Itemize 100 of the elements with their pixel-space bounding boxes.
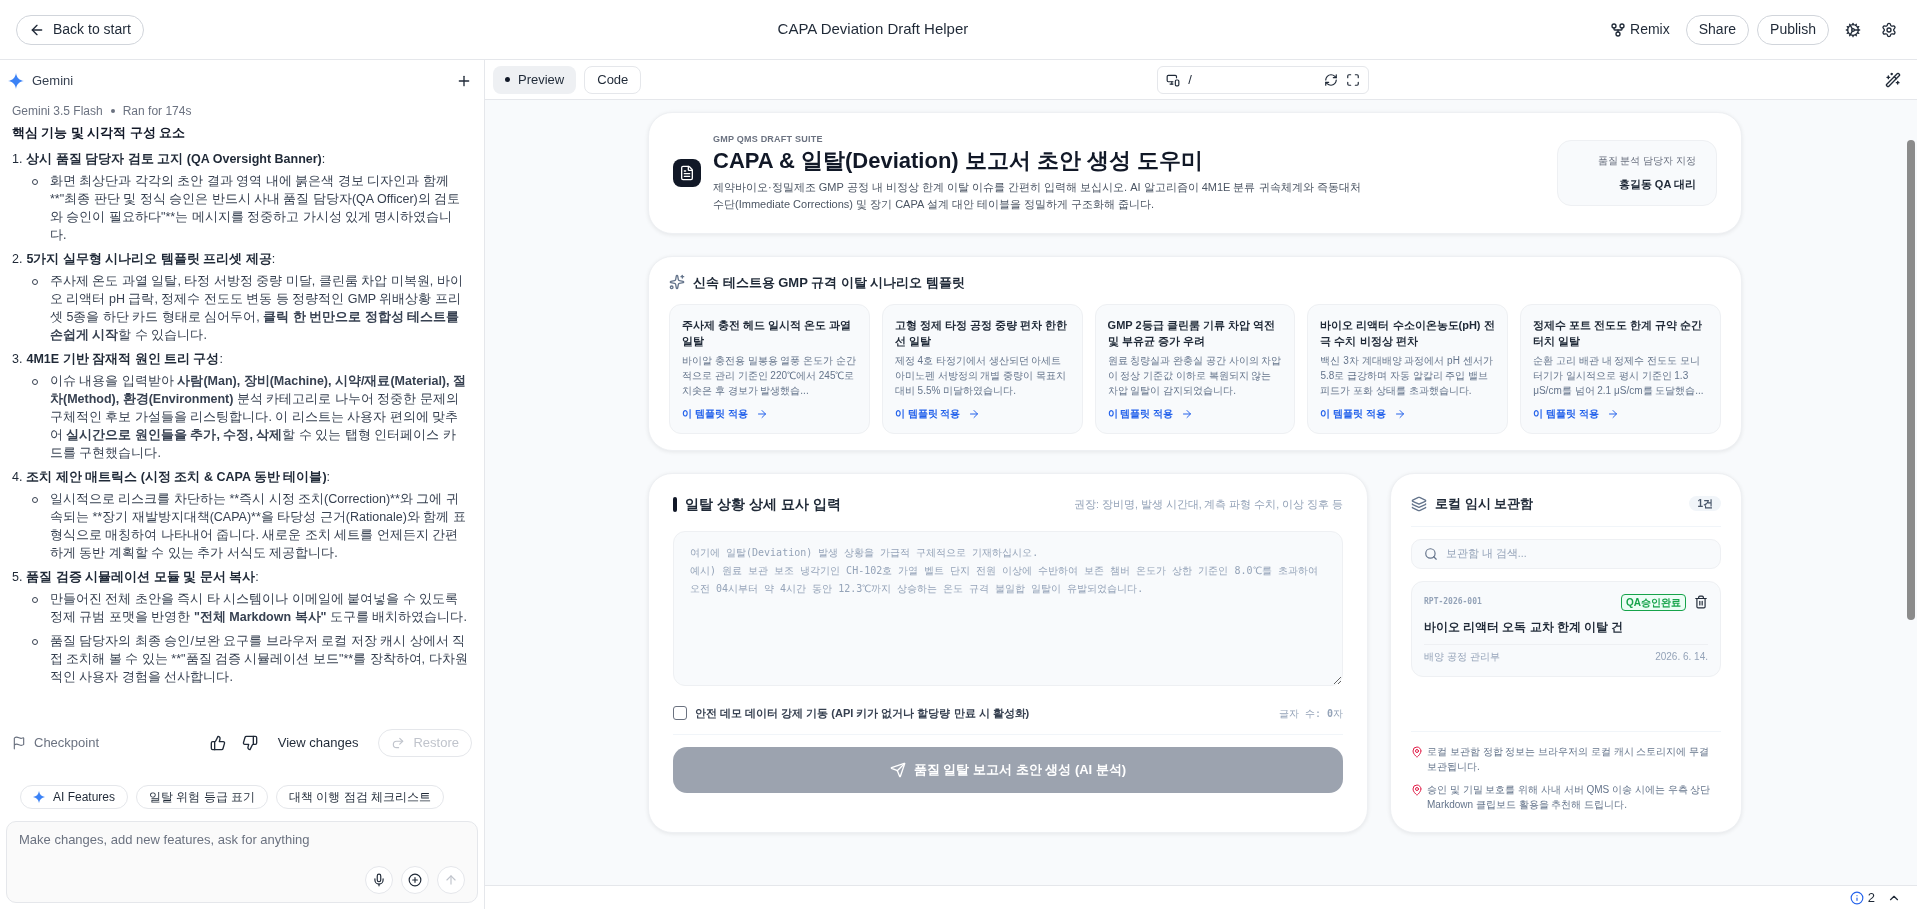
saved-report-card[interactable]: RPT-2026-001 QA승인완료 바이오 리액터 오독 교차 한계 이탈 건 배양 공정 관리부 2026. 6. 14. [1411,580,1721,677]
fullscreen-icon[interactable] [1346,72,1361,87]
checkpoint-label: Checkpoint [34,734,100,753]
template-card[interactable]: 바이오 리액터 수소이온농도(pH) 전극 수치 비정상 편차 백신 3차 계대배양 과정에서 pH 센서가 5.8로 급강하며 자동 알칼리 주입 밸브 피드가 포화 상태를 초과했습니다. 이 템플릿 적용 [1307,304,1509,434]
view-changes-button[interactable]: View changes [265,733,371,753]
report-title: 바이오 리액터 오독 교차 한계 이탈 건 [1424,619,1625,635]
apply-template-link[interactable]: 이 템플릿 적용 [894,406,1070,421]
redo-icon [391,736,406,750]
demo-checkbox[interactable] [673,706,687,721]
app-title: CAPA Deviation Draft Helper [777,19,969,40]
count-badge: 1건 [1689,496,1721,512]
apply-template-link[interactable]: 이 템플릿 적용 [1107,406,1283,421]
microphone-icon[interactable] [365,866,393,894]
list-number: 4. [12,469,23,486]
issue-count[interactable]: 2 [1867,887,1875,908]
prompt-field[interactable]: Make changes, add new features, ask for anything [19,830,465,850]
input-hint: 권장: 장비명, 발생 시간대, 계측 파형 수치, 이상 징후 등 [1074,496,1343,512]
template-card[interactable]: 정제수 포트 전도도 한계 규약 순간 터치 일탈 순환 고리 배관 내 정제수 전도도 모니터기가 일시적으로 평시 기준인 1.3 μS/cm를 넘어 2.1 μS/cm를 도달했습... 이 템플릿 적용 [1520,304,1721,434]
chat-title: Gemini [32,72,74,91]
list-title: 5가지 실무형 시나리오 템플릿 프리셋 제공: [26,251,276,268]
storage-title: 로컬 임시 보관함 [1435,495,1534,513]
list-number: 3. [12,351,23,368]
sparkles-icon [669,274,685,291]
arrow-right-icon [755,407,768,420]
storage-note: 승인 및 기밀 보호를 위해 사내 서버 QMS 이송 시에는 우측 상단 Markdown 클립보드 활용을 추천해 드립니다. [1427,783,1712,812]
apply-template-link[interactable]: 이 템플릿 적용 [682,406,857,421]
list-text: 품질 담당자의 최종 승인/보완 요구를 브라우저 로컬 저장 캐시 상에서 직접 조치해 볼 수 있는 **"품질 검증 시뮬레이션 보드"**를 장착하여, 다차원적인 사용자 경험을 선사합니다. [50,633,468,686]
add-icon[interactable] [401,866,429,894]
search-icon [1424,546,1438,561]
list-title: 조치 제안 매트릭스 (시정 조치 & CAPA 동반 테이블): [26,469,331,486]
settings-icon[interactable] [1881,21,1897,38]
assignee-name: 홍길동 QA 대리 [1618,177,1696,192]
template-card[interactable]: GMP 2등급 클린룸 기류 차압 역전 및 부유균 증가 우려 원료 칭량실과 완충실 공간 사이의 차압이 정상 기준값 이하로 복원되지 않는 차압 일탈이 감지되었습니다. 이 템플릿 적용 [1094,304,1296,434]
fork-icon [1610,21,1627,38]
template-title: GMP 2등급 클린룸 기류 차압 역전 및 부유균 증가 우려 [1107,318,1276,349]
eyebrow-label: GMP QMS DRAFT SUITE [713,133,824,146]
assignee-label: 품질 분석 담당자 지정 [1597,154,1696,168]
arrow-right-icon [1393,407,1406,420]
layers-icon [1411,495,1427,512]
template-title: 바이오 리액터 수소이온농도(pH) 전극 수치 비정상 편차 [1320,318,1496,349]
apply-template-link[interactable]: 이 템플릿 적용 [1320,406,1496,421]
char-count: 글자 수: 0자 [1278,706,1343,721]
plus-icon[interactable] [456,73,472,89]
page-title: CAPA & 일탈(Deviation) 보고서 초안 생성 도우미 [713,146,1205,175]
list-number: 1. [12,151,23,168]
template-card[interactable]: 주사제 충전 헤드 일시적 온도 과열 일탈 바이알 충전용 밀봉용 열풍 온도가 순간적으로 관리 기준인 220℃에서 245℃로 치솟은 후 경보가 발생했습... 이 템플릿 적용 [669,304,870,434]
title-bar-mark [673,497,677,512]
apply-template-link[interactable]: 이 템플릿 적용 [1533,406,1708,421]
send-icon [889,761,906,778]
storage-search-input[interactable]: 보관함 내 검색... [1446,545,1708,562]
arrow-right-icon [968,407,981,420]
section-heading: 핵심 기능 및 시각적 구성 요소 [12,125,187,142]
input-title: 일탈 상황 상세 묘사 입력 [685,495,841,514]
template-description: 원료 칭량실과 완충실 공간 사이의 차압이 정상 기준값 이하로 복원되지 않는 차압 일탈이 감지되었습니다. [1107,354,1283,398]
storage-note: 로컬 보관함 정합 정보는 브라우저의 로컬 캐시 스토리지에 무결 보관됩니다. [1427,745,1711,774]
document-icon [673,159,701,187]
scrollbar-thumb[interactable] [1907,140,1915,620]
wand-icon[interactable] [1885,71,1901,88]
list-text: 주사제 온도 과열 일탈, 타정 서방정 중량 미달, 클린룸 차압 미복원, 바이오 리액터 pH 급락, 정제수 전도도 변동 등 정량적인 GMP 위배상황 프리셋 5종을 하단 카드 형태로 심어두어, 클릭 한 번만으로 정합성 테스트를 손쉽게 시작할 수 있습니다. [50,273,464,344]
address-bar[interactable]: / [1157,65,1370,94]
list-text: 만들어진 전체 초안을 즉시 타 시스템이나 이메일에 붙여넣을 수 있도록 정제 규범 포맷을 반영한 "전체 Markdown 복사" 도구를 배치하였습니다. [50,591,468,626]
list-title: 상시 품질 담당자 검토 고지 (QA Oversight Banner): [26,151,326,168]
report-department: 배양 공정 관리부 [1424,649,1500,664]
flag-icon [12,736,26,750]
report-id: RPT-2026-001 [1424,596,1482,608]
arrow-right-icon [1181,407,1194,420]
list-title: 품질 검증 시뮬레이션 모듈 및 문서 복사: [26,569,259,586]
page-description: 제약바이오·정밀제조 GMP 공정 내 비정상 한계 이탈 이슈를 간편히 입력해 보십시오. AI 알고리즘이 4M1E 분류 귀속체계와 즉동대처 수단(Immediate Corrections) 및 장기 CAPA 설계 대안 테이블을 정밀하게 구조화해 줍니다. [713,179,1362,212]
template-card[interactable]: 고형 정제 타정 공정 중량 편차 한한선 일탈 제정 4호 타정기에서 생산되던 아세트아미노펜 서방정의 개별 중량이 목표치 대비 5.5% 미달하였습니다. 이 템플릿 적용 [881,304,1083,434]
view-tab[interactable]: Preview [493,65,577,94]
report-date: 2026. 6. 14. [1655,649,1708,664]
pin-icon [1411,746,1423,758]
thumbs-up-icon[interactable] [209,735,226,751]
description-field[interactable]: 여기에 일탈(Deviation) 발생 상황을 가급적 구체적으로 기재하십시오. 예시) 원료 보관 보조 냉각기인 CH-102호 가열 벨트 단지 전원 이상에 수반하여 보존 챔버 온도가 상한 기준인 8.0℃를 초과하여 오전 04시부터 약 4시간 동안 12.3℃까지 상승하는 온도 규격 불일합 일탈이 유발되었습니다. [673,531,1343,686]
devices-icon [1166,72,1181,87]
model-name: Gemini 3.5 Flash [12,103,103,120]
trash-icon[interactable] [1694,595,1708,609]
arrow-right-icon [1606,407,1619,420]
remix-button[interactable]: Remix [1602,14,1678,45]
template-description: 제정 4호 타정기에서 생산되던 아세트아미노펜 서방정의 개별 중량이 목표치 대비 5.5% 미달하였습니다. [894,354,1067,398]
template-title: 고형 정제 타정 공정 중량 편차 한한선 일탈 [894,318,1069,349]
address-text: / [1188,70,1192,89]
refresh-icon[interactable] [1324,72,1339,87]
thumbs-down-icon[interactable] [241,735,258,751]
list-text: 화면 최상단과 각각의 초안 결과 영역 내에 붉은색 경보 디자인과 함께 **"최종 판단 및 정식 승인은 반드시 사내 품질 담당자(QA Officer)의 검토와 승인이 필요하다"**는 메시지를 정중하고 가시성 있게 명시하였습니다. [50,173,462,244]
sparkle-icon [8,73,24,89]
template-description: 백신 3차 계대배양 과정에서 pH 센서가 5.8로 급강하며 자동 알칼리 주입 밸브 피드가 포화 상태를 초과했습니다. [1320,354,1494,398]
template-title: 정제수 포트 전도도 한계 규약 순간 터치 일탈 [1533,318,1704,349]
template-description: 바이알 충전용 밀봉용 열풍 온도가 순간적으로 관리 기준인 220℃에서 245℃로 치솟은 후 경보가 발생했습... [682,354,857,398]
run-info: Ran for 174s [122,103,192,120]
info-icon [1849,890,1864,905]
status-badge: QA승인완료 [1621,593,1686,611]
view-tab[interactable]: Code [584,65,642,94]
template-title: 주사제 충전 헤드 일시적 온도 과열 일탈 [682,318,853,349]
list-text: 일시적으로 리스크를 차단하는 **즉시 시정 조치(Correction)**와 그에 귀속되는 **장기 재발방지대책(CAPA)**을 타당성 근거(Rationale)와 함께 표 형식으로 매칭하여 나타내어 줍니다. 새로운 조치 세트를 언제든지 간편하게 동반 계획할 수 있는 추가 서식도 제공합니다. [50,491,467,562]
list-number: 5. [12,569,23,586]
cog-icon[interactable] [1845,21,1861,38]
prompt-input[interactable]: Make changes, add new features, ask for anything [6,821,478,903]
storage-search-field[interactable]: 보관함 내 검색... [1411,538,1721,569]
pin-icon [1411,784,1423,796]
